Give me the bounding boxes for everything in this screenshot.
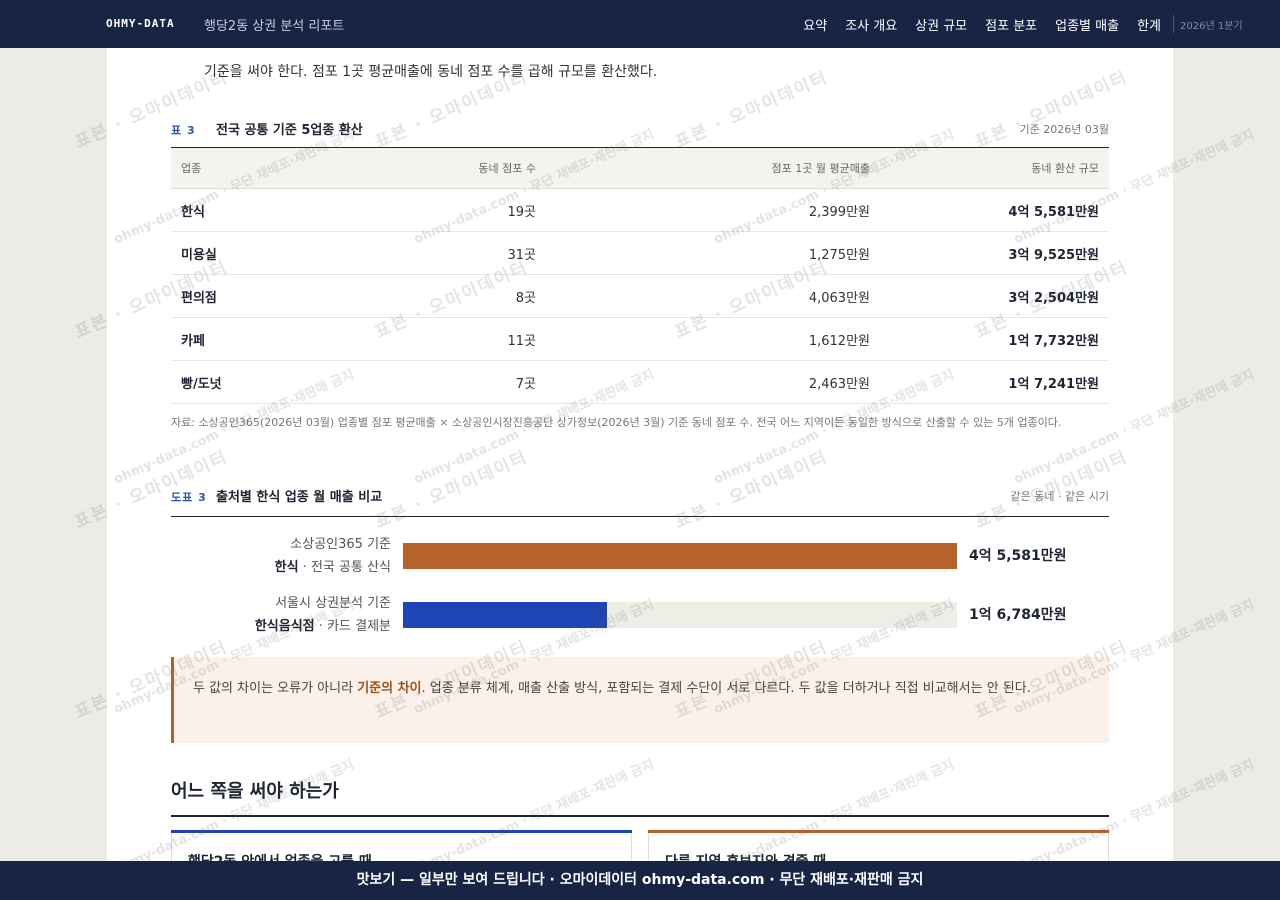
bar-category: 한식음식점: [254, 619, 315, 634]
cell-stores: 7곳: [371, 360, 546, 404]
nav-item-store-distribution[interactable]: 점포 분포: [985, 15, 1037, 34]
bar-track: [403, 602, 957, 628]
cell-avg-sales: 2,463만원: [546, 360, 880, 404]
table-title: 전국 공통 기준 5업종 환산: [216, 123, 363, 138]
nav-divider: [1173, 15, 1174, 33]
col-header-industry: 업종: [171, 148, 371, 189]
bar-value-label: 4억 5,581만원: [969, 548, 1067, 564]
callout-text-pre: 두 값의 차이는 오류가 아니라: [193, 681, 358, 696]
cell-industry: 편의점: [171, 274, 371, 318]
section-heading: 어느 쪽을 써야 하는가: [171, 781, 339, 802]
bar-fill: [403, 543, 957, 569]
nav-item-sales-by-industry[interactable]: 업종별 매출: [1055, 15, 1119, 34]
bar-label: 서울시 상권분석 기준 한식음식점 · 카드 결제분: [171, 592, 391, 638]
bar-category: 한식: [274, 560, 299, 575]
cell-total: 1억 7,241만원: [880, 360, 1109, 404]
bar-row: 소상공인365 기준 한식 · 전국 공통 산식 4억 5,581만원: [171, 533, 1109, 579]
bar-source: 소상공인365 기준: [290, 537, 391, 552]
cell-avg-sales: 1,275만원: [546, 231, 880, 275]
report-title: 행당2동 상권 분석 리포트: [204, 19, 345, 34]
report-page: 기준을 써야 한다. 점포 1곳 평균매출에 동네 점포 수를 곱해 규모를 환…: [107, 0, 1173, 900]
table-date: 기준 2026년 03월: [1019, 123, 1109, 136]
col-header-avg-sales: 점포 1곳 월 평균매출: [546, 148, 880, 189]
figure-title: 출처별 한식 업종 월 매출 비교: [216, 490, 383, 505]
bar-source: 서울시 상권분석 기준: [275, 596, 391, 611]
note-callout: 두 값의 차이는 오류가 아니라 기준의 차이. 업종 분류 체계, 매출 산출…: [171, 657, 1109, 743]
bar-note: 카드 결제분: [327, 619, 391, 634]
nav-item-summary[interactable]: 요약: [803, 15, 827, 34]
col-header-stores: 동네 점포 수: [371, 148, 546, 189]
figure-number: 도표 3: [171, 491, 207, 504]
cell-total: 1억 7,732만원: [880, 317, 1109, 361]
cell-industry: 카페: [171, 317, 371, 361]
industry-table: 업종 동네 점포 수 점포 1곳 월 평균매출 동네 환산 규모 한식 19곳 …: [171, 148, 1109, 404]
bar-row: 서울시 상권분석 기준 한식음식점 · 카드 결제분 1억 6,784만원: [171, 592, 1109, 638]
bar-label: 소상공인365 기준 한식 · 전국 공통 산식: [171, 533, 391, 579]
cell-stores: 31곳: [371, 231, 546, 275]
cell-avg-sales: 4,063만원: [546, 274, 880, 318]
cell-total: 3억 9,525만원: [880, 231, 1109, 275]
table-row: 빵/도넛 7곳 2,463만원 1억 7,241만원: [171, 360, 1109, 404]
col-header-total: 동네 환산 규모: [880, 148, 1109, 189]
table-source-note: 자료: 소상공인365(2026년 03월) 업종별 점포 평균매출 × 소상공…: [171, 416, 1062, 429]
bar-note: 전국 공통 산식: [310, 560, 391, 575]
table-number: 표 3: [171, 124, 196, 137]
card-accent: [648, 830, 1109, 833]
callout-text-post: . 업종 분류 체계, 매출 산출 방식, 포함되는 결제 수단이 서로 다르다…: [421, 681, 1031, 696]
cell-total: 3억 2,504만원: [880, 274, 1109, 318]
table-row: 미용실 31곳 1,275만원 3억 9,525만원: [171, 231, 1109, 275]
table-row: 카페 11곳 1,612만원 1억 7,732만원: [171, 317, 1109, 361]
cell-avg-sales: 2,399만원: [546, 188, 880, 232]
bar-fill: [403, 602, 607, 628]
top-nav-bar: OHMY-DATA 행당2동 상권 분석 리포트 요약 조사 개요 상권 규모 …: [0, 0, 1280, 48]
cell-industry: 한식: [171, 188, 371, 232]
cell-avg-sales: 1,612만원: [546, 317, 880, 361]
card-accent: [171, 830, 632, 833]
figure-meta: 같은 동네 · 같은 시기: [1010, 490, 1109, 503]
preview-footer-banner: 맛보기 — 일부만 보여 드립니다 · 오마이데이터 ohmy-data.com…: [0, 861, 1280, 900]
table-caption: 표 3 전국 공통 기준 5업종 환산 기준 2026년 03월: [171, 117, 1109, 139]
nav-item-limitations[interactable]: 한계: [1137, 15, 1161, 34]
figure-top-rule: [171, 516, 1109, 517]
callout-highlight: 기준의 차이: [357, 681, 422, 696]
cell-industry: 미용실: [171, 231, 371, 275]
bar-track: [403, 543, 957, 569]
bar-value-label: 1억 6,784만원: [969, 607, 1067, 623]
brand-logo[interactable]: OHMY-DATA: [106, 17, 175, 30]
nav-item-overview[interactable]: 조사 개요: [845, 15, 897, 34]
cell-total: 4억 5,581만원: [880, 188, 1109, 232]
cell-industry: 빵/도넛: [171, 360, 371, 404]
table-header-row: 업종 동네 점포 수 점포 1곳 월 평균매출 동네 환산 규모: [171, 148, 1109, 189]
cell-stores: 8곳: [371, 274, 546, 318]
figure-caption: 도표 3 출처별 한식 업종 월 매출 비교 같은 동네 · 같은 시기: [171, 484, 1109, 506]
nav-item-market-size[interactable]: 상권 규모: [915, 15, 967, 34]
cell-stores: 11곳: [371, 317, 546, 361]
cell-stores: 19곳: [371, 188, 546, 232]
table-row: 한식 19곳 2,399만원 4억 5,581만원: [171, 188, 1109, 232]
period-label: 2026년 1분기: [1180, 20, 1243, 32]
section-rule: [171, 815, 1109, 817]
section-nav: 요약 조사 개요 상권 규모 점포 분포 업종별 매출 한계 2026년 1분기: [803, 0, 1280, 48]
intro-line: 기준을 써야 한다. 점포 1곳 평균매출에 동네 점포 수를 곱해 규모를 환…: [204, 64, 658, 80]
table-row: 편의점 8곳 4,063만원 3억 2,504만원: [171, 274, 1109, 318]
